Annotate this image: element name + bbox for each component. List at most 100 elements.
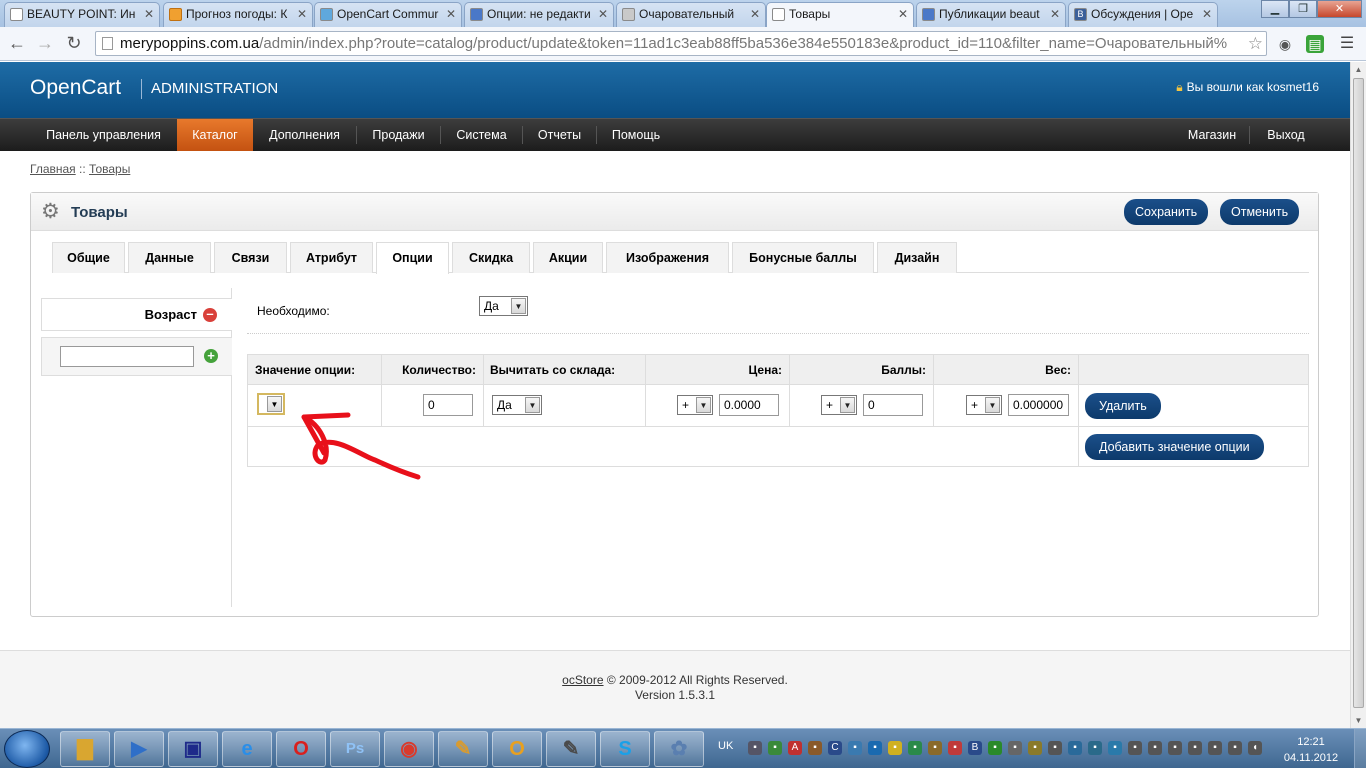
price-input[interactable]: 0.0000: [719, 394, 779, 416]
scroll-down-icon[interactable]: ▼: [1353, 716, 1364, 725]
points-input[interactable]: 0: [863, 394, 923, 416]
tab-reward-points[interactable]: Бонусные баллы: [732, 242, 874, 273]
browser-tab[interactable]: Опции: не редакти ✕: [464, 2, 614, 27]
eye-extension-icon[interactable]: ◉: [1276, 35, 1294, 53]
notepad-taskbar-icon[interactable]: ✎: [438, 731, 488, 767]
close-tab-icon[interactable]: ✕: [598, 3, 608, 25]
tray-icon[interactable]: ▪: [848, 741, 862, 755]
tab-attribute[interactable]: Атрибут: [290, 242, 373, 273]
menu-item-reports[interactable]: Отчеты: [523, 119, 596, 151]
tray-icon[interactable]: ▪: [1028, 741, 1042, 755]
browser-tab[interactable]: OpenCart Commur ✕: [314, 2, 462, 27]
tab-design[interactable]: Дизайн: [877, 242, 957, 273]
tray-icon[interactable]: ▪: [948, 741, 962, 755]
tray-icon[interactable]: ▪: [1148, 741, 1162, 755]
tray-icon[interactable]: ▪: [868, 741, 882, 755]
opera-taskbar-icon[interactable]: O: [276, 731, 326, 767]
tray-icon[interactable]: ▪: [1208, 741, 1222, 755]
tray-icon[interactable]: A: [788, 741, 802, 755]
tray-icon[interactable]: ▪: [1048, 741, 1062, 755]
chrome-taskbar-icon[interactable]: ◉: [384, 731, 434, 767]
back-icon[interactable]: ←: [6, 33, 28, 53]
tray-icon[interactable]: ▪: [1008, 741, 1022, 755]
tab-discount[interactable]: Скидка: [452, 242, 530, 273]
save-app-taskbar-icon[interactable]: ▣: [168, 731, 218, 767]
menu-item-help[interactable]: Помощь: [597, 119, 675, 151]
wrench-menu-icon[interactable]: ☰: [1338, 35, 1356, 53]
browser-tab[interactable]: Очаровательный ✕: [616, 2, 766, 27]
option-item-age[interactable]: Возраст –: [41, 298, 232, 331]
tray-icon[interactable]: ▪: [1088, 741, 1102, 755]
paint-taskbar-icon[interactable]: ✿: [654, 731, 704, 767]
add-option-icon[interactable]: +: [204, 349, 218, 363]
tab-options[interactable]: Опции: [376, 242, 449, 274]
menu-item-logout[interactable]: Выход: [1250, 119, 1322, 151]
explorer-taskbar-icon[interactable]: ▇: [60, 731, 110, 767]
tray-icon[interactable]: ▪: [908, 741, 922, 755]
tray-icon[interactable]: ▪: [1128, 741, 1142, 755]
close-tab-icon[interactable]: ✕: [750, 3, 760, 25]
show-desktop-button[interactable]: [1354, 729, 1366, 768]
internet-explorer-taskbar-icon[interactable]: e: [222, 731, 272, 767]
tray-icon[interactable]: ▪: [888, 741, 902, 755]
close-tab-icon[interactable]: ✕: [898, 3, 908, 25]
weight-prefix-select[interactable]: + ▼: [966, 395, 1002, 415]
forward-icon[interactable]: →: [34, 33, 56, 53]
tray-icon[interactable]: ▪: [808, 741, 822, 755]
cancel-button[interactable]: Отменить: [1220, 199, 1300, 225]
close-tab-icon[interactable]: ✕: [1202, 3, 1212, 25]
taskbar-clock[interactable]: 12:21 04.11.2012: [1280, 734, 1342, 766]
menu-item-dashboard[interactable]: Панель управления: [30, 119, 177, 151]
browser-tab[interactable]: B Обсуждения | Ope ✕: [1068, 2, 1218, 27]
close-tab-icon[interactable]: ✕: [1050, 3, 1060, 25]
network-icon[interactable]: ▪: [1168, 741, 1182, 755]
menu-item-sales[interactable]: Продажи: [357, 119, 440, 151]
add-option-value-button[interactable]: Добавить значение опции: [1085, 434, 1264, 460]
points-prefix-select[interactable]: + ▼: [821, 395, 857, 415]
browser-tab[interactable]: Публикации beaut ✕: [916, 2, 1066, 27]
tab-general[interactable]: Общие: [52, 242, 125, 273]
close-tab-icon[interactable]: ✕: [446, 3, 456, 25]
weight-input[interactable]: 0.000000: [1008, 394, 1069, 416]
start-button[interactable]: [4, 730, 50, 768]
tray-icon[interactable]: ▪: [988, 741, 1002, 755]
restore-button[interactable]: ❐: [1289, 0, 1317, 18]
tray-icon[interactable]: ▪: [1108, 741, 1122, 755]
tray-icon[interactable]: ▪: [1228, 741, 1242, 755]
browser-tab[interactable]: Прогноз погоды: К ✕: [163, 2, 313, 27]
remove-option-icon[interactable]: –: [203, 307, 217, 322]
media-player-taskbar-icon[interactable]: ▶: [114, 731, 164, 767]
save-button[interactable]: Сохранить: [1124, 199, 1209, 225]
extension-icon[interactable]: ▤: [1306, 35, 1324, 53]
ocstore-link[interactable]: ocStore: [562, 673, 603, 687]
remove-value-button[interactable]: Удалить: [1085, 393, 1161, 419]
breadcrumb-home[interactable]: Главная: [30, 162, 76, 176]
quantity-input[interactable]: 0: [423, 394, 473, 416]
browser-tab[interactable]: BEAUTY POINT: Ин ✕: [4, 2, 160, 27]
menu-item-catalog[interactable]: Каталог: [177, 119, 253, 151]
editor-taskbar-icon[interactable]: ✎: [546, 731, 596, 767]
scroll-up-icon[interactable]: ▲: [1353, 65, 1364, 74]
new-option-input[interactable]: [60, 346, 194, 367]
tray-icon[interactable]: ▪: [928, 741, 942, 755]
browser-tab-active[interactable]: Товары ✕: [766, 2, 914, 27]
option-value-select[interactable]: ▼: [257, 393, 285, 415]
tray-icon[interactable]: C: [828, 741, 842, 755]
tab-images[interactable]: Изображения: [606, 242, 729, 273]
close-window-button[interactable]: ✕: [1317, 0, 1362, 18]
tray-icon[interactable]: ▪: [1068, 741, 1082, 755]
subtract-select[interactable]: Да ▼: [492, 395, 542, 415]
close-tab-icon[interactable]: ✕: [297, 3, 307, 25]
minimize-button[interactable]: ▁: [1261, 0, 1289, 18]
bookmark-star-icon[interactable]: ☆: [1247, 32, 1263, 55]
price-prefix-select[interactable]: + ▼: [677, 395, 713, 415]
menu-item-extensions[interactable]: Дополнения: [253, 119, 356, 151]
required-select[interactable]: Да ▼: [479, 296, 528, 316]
vertical-scrollbar[interactable]: ▲ ▼: [1350, 62, 1366, 728]
tray-icon[interactable]: ▪: [748, 741, 762, 755]
tab-data[interactable]: Данные: [128, 242, 211, 273]
breadcrumb-products[interactable]: Товары: [89, 162, 130, 176]
tray-icon[interactable]: ▪: [1188, 741, 1202, 755]
outlook-taskbar-icon[interactable]: O: [492, 731, 542, 767]
language-indicator[interactable]: UK: [718, 740, 733, 752]
